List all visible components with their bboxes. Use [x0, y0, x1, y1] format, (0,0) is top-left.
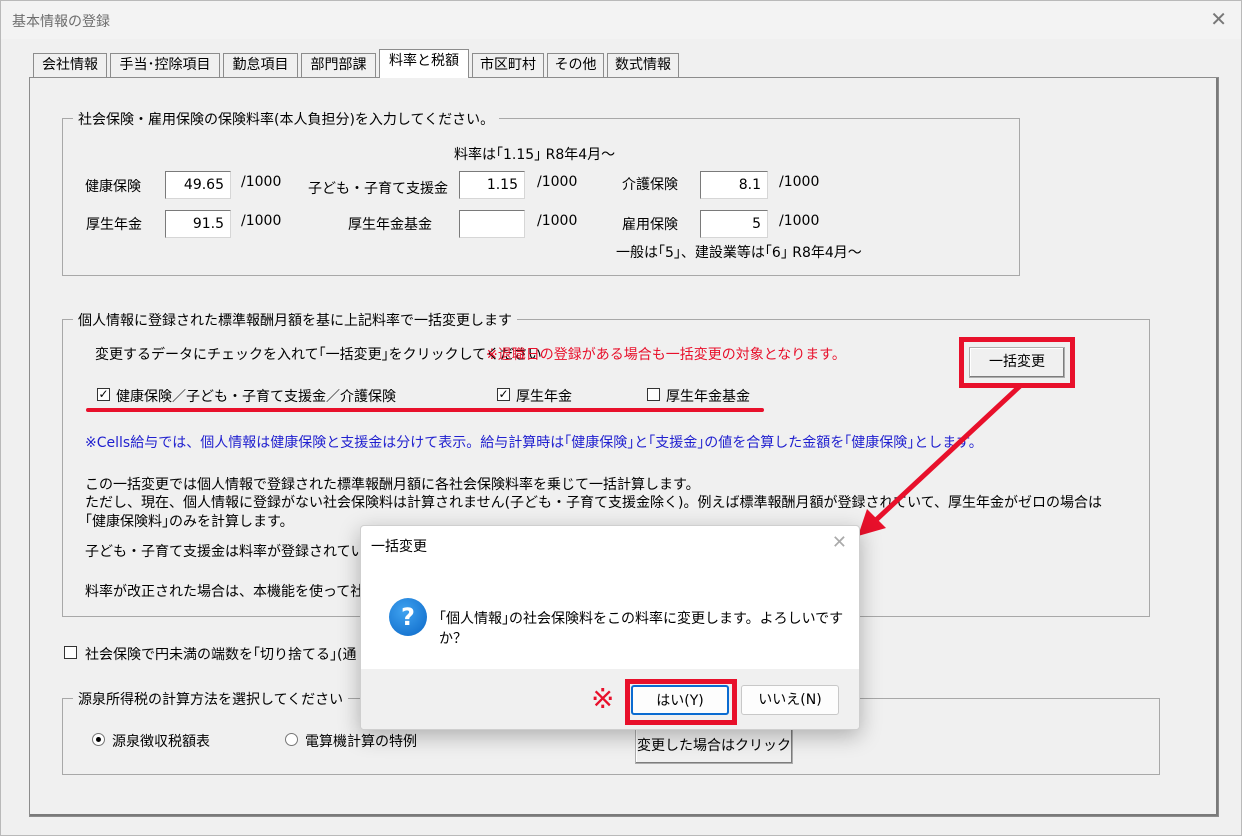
bulk-desc-4: 子ども・子育て支援金は料率が登録されていて、: [85, 544, 392, 560]
kaigo-unit: /1000: [779, 174, 820, 190]
check-kikin[interactable]: [647, 388, 660, 401]
tax-legend: 源泉所得税の計算方法を選択してください: [73, 689, 349, 709]
check-kenko-kodomo-kaigo[interactable]: ✓: [97, 388, 110, 401]
bulk-instruction: 変更するデータにチェックを入れて｢一括変更｣をクリックしてください: [95, 347, 542, 363]
bulk-desc-5: 料率が改正された場合は、本機能を使って社員: [85, 584, 379, 600]
tab-municipality[interactable]: 市区町村: [472, 53, 544, 77]
koyo-label: 雇用保険: [622, 217, 678, 233]
kaigo-input[interactable]: 8.1: [700, 171, 768, 199]
check-kikin-label: 厚生年金基金: [666, 389, 750, 405]
kodomo-input[interactable]: 1.15: [459, 171, 525, 199]
bulk-desc-3: ｢健康保険料｣のみを計算します。: [85, 514, 294, 530]
radio-computer-special-label: 電算機計算の特例: [305, 734, 417, 750]
koyo-unit: /1000: [779, 213, 820, 229]
radio-computer-special[interactable]: [285, 733, 298, 746]
tab-company-info[interactable]: 会社情報: [33, 53, 107, 77]
kosei-input[interactable]: 91.5: [165, 210, 231, 238]
dialog-message: ｢個人情報｣の社会保険料をこの料率に変更します。よろしいですか？: [439, 611, 844, 647]
window-title: 基本情報の登録: [12, 14, 110, 30]
tab-department[interactable]: 部門部課: [301, 53, 376, 77]
tab-formula-info[interactable]: 数式情報: [607, 53, 679, 77]
close-icon[interactable]: ✕: [1210, 7, 1227, 31]
kikin-unit: /1000: [537, 213, 578, 229]
tab-other[interactable]: その他: [547, 53, 604, 77]
kosei-unit: /1000: [241, 213, 282, 229]
kikin-label: 厚生年金基金: [348, 217, 432, 233]
title-bar: 基本情報の登録 ✕: [1, 1, 1241, 39]
tab-attendance[interactable]: 勤怠項目: [223, 53, 298, 77]
tax-apply-button[interactable]: 変更した場合はクリック: [635, 728, 793, 764]
radio-tax-table[interactable]: [92, 733, 105, 746]
confirm-dialog: 一括変更 ✕ ? ｢個人情報｣の社会保険料をこの料率に変更します。よろしいですか…: [360, 525, 860, 730]
bulk-desc-1: この一括変更では個人情報で登録された標準報酬月額に各社会保険料率を乗じて一括計算…: [85, 477, 700, 493]
bulk-legend: 個人情報に登録された標準報酬月額を基に上記料率で一括変更します: [73, 310, 517, 330]
radio-tax-table-label: 源泉徴収税額表: [112, 734, 210, 750]
yes-button[interactable]: はい(Y): [631, 685, 729, 715]
kikin-input[interactable]: [459, 210, 525, 238]
note-mark: ※: [591, 682, 615, 715]
rounding-checkbox[interactable]: [64, 646, 77, 659]
rates-note-bottom: 一般は｢5｣、建設業等は｢6｣ R8年4月～: [616, 245, 862, 261]
kenko-input[interactable]: 49.65: [165, 171, 231, 199]
tab-allowance-deduction[interactable]: 手当･控除項目: [110, 53, 220, 77]
dialog-footer: ※ はい(Y) いいえ(N): [361, 669, 859, 729]
kaigo-label: 介護保険: [622, 177, 678, 193]
kodomo-label: 子ども・子育て支援金: [308, 181, 448, 197]
checkbox-underline-annotation: [86, 408, 764, 412]
rounding-label: 社会保険で円未満の端数を｢切り捨てる｣(通: [85, 647, 357, 663]
no-button[interactable]: いいえ(N): [741, 685, 839, 715]
check-kosei-label: 厚生年金: [516, 389, 572, 405]
rates-note-top: 料率は｢1.15｣ R8年4月～: [454, 147, 616, 163]
bulk-change-button[interactable]: 一括変更: [969, 347, 1065, 378]
rates-legend: 社会保険・雇用保険の保険料率(本人負担分)を入力してください。: [73, 109, 500, 129]
kenko-unit: /1000: [241, 174, 282, 190]
kosei-label: 厚生年金: [86, 217, 142, 233]
check-kenko-kodomo-kaigo-label: 健康保険／子ども・子育て支援金／介護保険: [116, 389, 396, 405]
kenko-label: 健康保険: [85, 179, 141, 195]
dialog-close-icon[interactable]: ✕: [832, 532, 847, 553]
check-kosei[interactable]: ✓: [497, 388, 510, 401]
koyo-input[interactable]: 5: [700, 210, 768, 238]
tab-rates-tax[interactable]: 料率と税額: [379, 49, 469, 78]
dialog-title: 一括変更: [371, 539, 427, 555]
question-icon: ?: [389, 598, 427, 636]
kodomo-unit: /1000: [537, 174, 578, 190]
cells-note: ※Cells給与では、個人情報は健康保険と支援金は分けて表示。給与計算時は｢健康…: [85, 435, 983, 451]
bulk-warning: ※退職日の登録がある場合も一括変更の対象となります。: [486, 347, 846, 363]
bulk-desc-2: ただし、現在、個人情報に登録がない社会保険料は計算されません(子ども・子育て支援…: [85, 495, 1102, 511]
